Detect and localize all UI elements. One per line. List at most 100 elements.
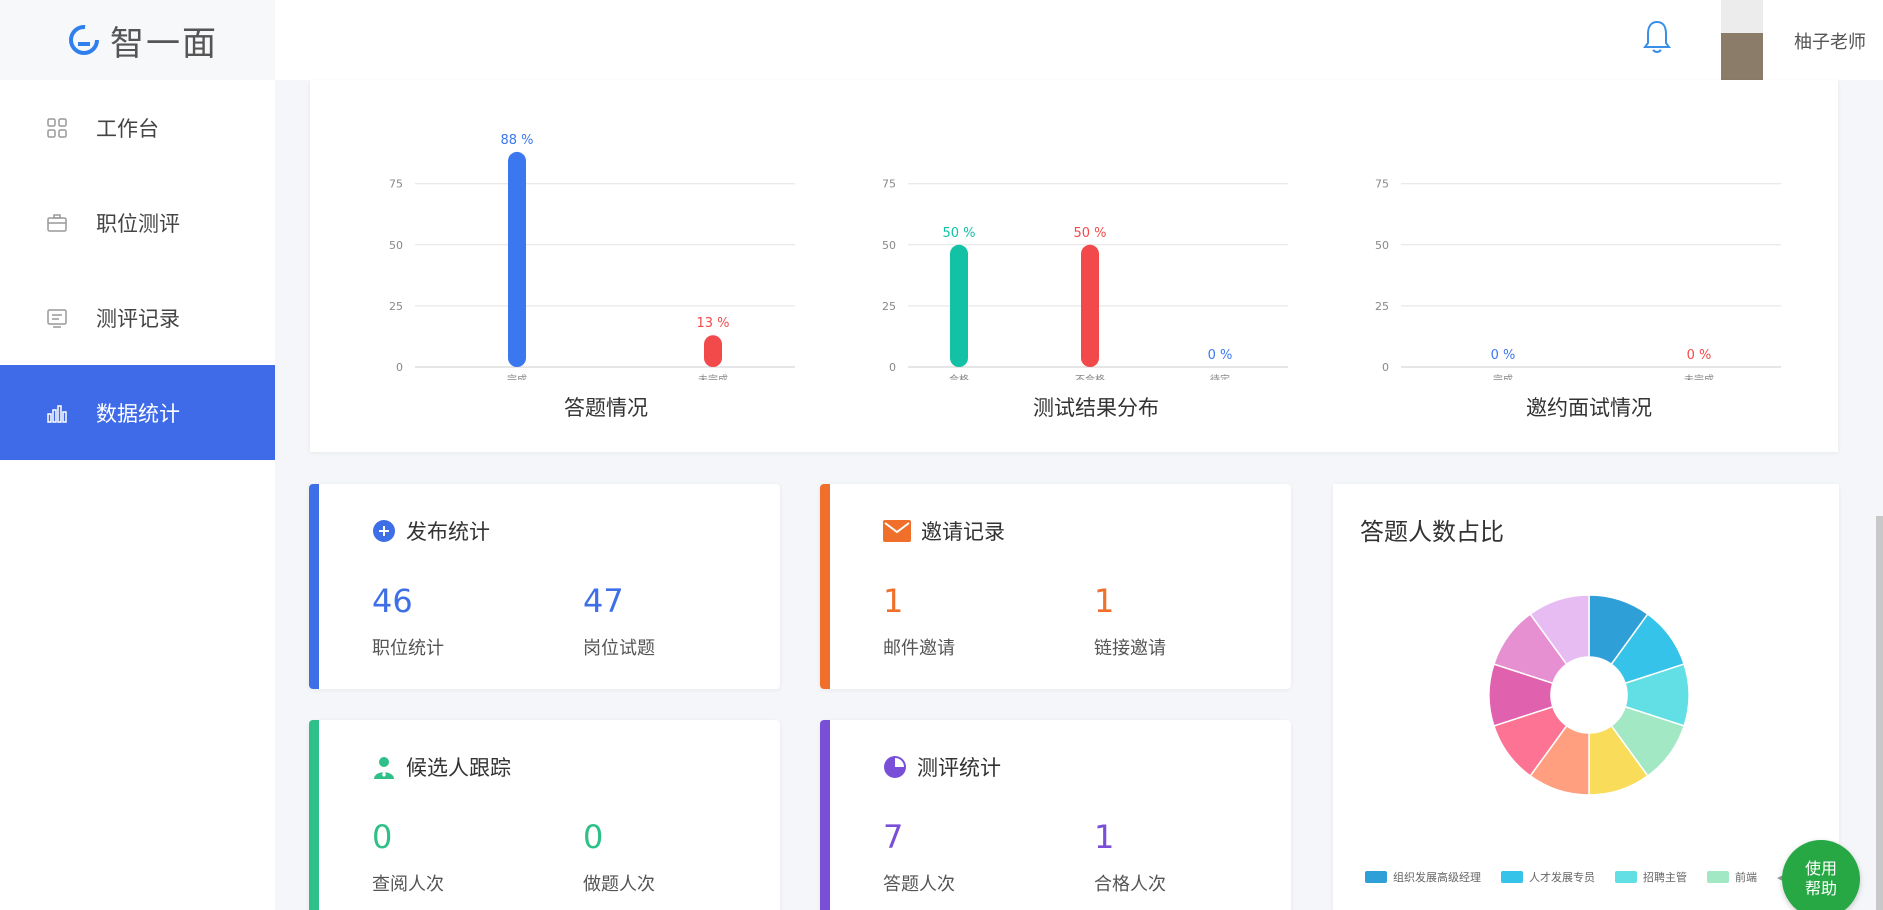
bar[interactable]	[704, 335, 722, 367]
bar[interactable]	[508, 151, 526, 367]
stat-label: 邮件邀请	[883, 638, 955, 659]
charts-card: 0 25 50 75 88 % 完成 13 % 未完成 0 25 50 75 50 % 合格 50 % 不合…	[310, 80, 1838, 452]
help-line-1: 使用	[1804, 859, 1837, 878]
card-header: 邀请记录	[883, 516, 1005, 546]
legend-swatch	[1707, 871, 1729, 883]
chart-legend: 组织发展高级经理 人才发展专员 招聘主管 前端 ◀	[1365, 869, 1785, 885]
stat-value: 1	[1094, 818, 1115, 856]
x-tick-label: 不合格	[1075, 373, 1105, 380]
legend-item[interactable]: 前端	[1707, 869, 1757, 885]
sidebar-item-label: 工作台	[96, 116, 159, 141]
y-tick-label: 0	[889, 361, 896, 374]
legend-swatch	[1501, 871, 1523, 883]
stat-value: 1	[883, 582, 904, 620]
candidate-tracking-card[interactable]: 候选人跟踪 0 查阅人次 0 做题人次	[309, 720, 780, 910]
sidebar-item-label: 数据统计	[96, 401, 180, 426]
sidebar-item-label: 测评记录	[96, 306, 180, 331]
chart-invitation-status: 0 25 50 75 0 % 完成 0 % 未完成	[1375, 178, 1781, 380]
legend-swatch	[1365, 871, 1387, 883]
data-label: 50 %	[1073, 226, 1106, 241]
x-tick-label: 合格	[949, 373, 969, 380]
x-tick-label: 完成	[1493, 373, 1513, 380]
stat-value: 0	[583, 818, 604, 856]
y-tick-label: 0	[396, 361, 403, 374]
invite-records-card[interactable]: 邀请记录 1 邮件邀请 1 链接邀请	[820, 484, 1291, 689]
bar[interactable]	[1081, 244, 1099, 367]
bell-icon[interactable]	[1641, 18, 1673, 56]
legend-item[interactable]: 招聘主管	[1615, 869, 1687, 885]
stat-label: 答题人次	[883, 874, 955, 895]
briefcase-icon	[47, 213, 67, 232]
card-header: 测评统计	[883, 752, 1001, 782]
sidebar-item-position-assessment[interactable]: 职位测评	[0, 175, 275, 270]
avatar[interactable]	[1721, 0, 1763, 82]
chart-answer-status: 0 25 50 75 88 % 完成 13 % 未完成	[389, 133, 795, 380]
sidebar-item-workbench[interactable]: 工作台	[0, 80, 275, 175]
card-header: 发布统计	[372, 516, 490, 546]
grid-icon	[47, 117, 67, 138]
stat-label: 做题人次	[583, 874, 655, 895]
stat-label: 职位统计	[372, 638, 444, 659]
chart-title: 测试结果分布	[1033, 396, 1159, 420]
x-tick-label: 待定	[1210, 373, 1230, 380]
y-tick-label: 0	[1382, 361, 1389, 374]
stat-value: 0	[372, 818, 393, 856]
chart-result-distribution: 0 25 50 75 50 % 合格 50 % 不合格 0 % 待定	[882, 178, 1288, 380]
chart-title: 邀约面试情况	[1526, 396, 1652, 420]
bar[interactable]	[950, 244, 968, 367]
data-label: 0 %	[1208, 348, 1233, 363]
card-title: 测评统计	[917, 756, 1001, 780]
legend-label: 前端	[1735, 871, 1757, 884]
y-tick-label: 50	[389, 239, 403, 252]
logo-icon	[69, 25, 99, 55]
bar-chart-icon	[47, 404, 67, 423]
sidebar-item-assessment-records[interactable]: 测评记录	[0, 270, 275, 365]
stat-label: 查阅人次	[372, 874, 444, 895]
y-tick-label: 75	[882, 178, 896, 191]
stat-label: 合格人次	[1094, 874, 1166, 895]
user-name[interactable]: 柚子老师	[1794, 28, 1866, 54]
accent-bar	[820, 484, 830, 689]
help-button[interactable]: 使用 帮助	[1782, 840, 1860, 910]
y-tick-label: 25	[1375, 300, 1389, 313]
legend-label: 组织发展高级经理	[1393, 871, 1481, 884]
chart-title: 答题情况	[564, 396, 648, 420]
card-title: 发布统计	[406, 520, 490, 544]
legend-item[interactable]: 人才发展专员	[1501, 869, 1595, 885]
stat-value: 7	[883, 818, 904, 856]
card-title: 答题人数占比	[1360, 518, 1504, 546]
stat-label: 链接邀请	[1094, 638, 1166, 659]
help-line-2: 帮助	[1804, 879, 1837, 898]
data-label: 88 %	[500, 133, 533, 148]
stat-label: 岗位试题	[583, 638, 655, 659]
sidebar: 智一面 工作台 职位测评 测评记录 数据统计	[0, 0, 275, 910]
sidebar-item-label: 职位测评	[96, 211, 180, 236]
data-label: 13 %	[696, 316, 729, 331]
x-tick-label: 未完成	[1684, 373, 1714, 380]
card-header: 候选人跟踪	[372, 752, 511, 782]
publish-stats-card[interactable]: 发布统计 46 职位统计 47 岗位试题	[309, 484, 780, 689]
y-tick-label: 25	[882, 300, 896, 313]
y-tick-label: 50	[882, 239, 896, 252]
pie-icon	[883, 755, 907, 779]
sidebar-item-data-statistics[interactable]: 数据统计	[0, 365, 275, 460]
assessment-stats-card[interactable]: 测评统计 7 答题人次 1 合格人次	[820, 720, 1291, 910]
accent-bar	[309, 484, 319, 689]
accent-bar	[820, 720, 830, 910]
answer-ratio-card: 答题人数占比 组织发展高级经理 人才发展专员 招聘主管 前端 ◀	[1333, 484, 1839, 910]
logo[interactable]: 智一面	[0, 0, 275, 80]
y-tick-label: 25	[389, 300, 403, 313]
card-title: 邀请记录	[921, 520, 1005, 544]
logo-text: 智一面	[110, 23, 218, 64]
legend-swatch	[1615, 871, 1637, 883]
accent-bar	[309, 720, 319, 910]
data-label: 0 %	[1491, 348, 1516, 363]
y-tick-label: 75	[389, 178, 403, 191]
plus-circle-icon	[372, 519, 396, 543]
x-tick-label: 未完成	[698, 373, 728, 380]
legend-item[interactable]: 组织发展高级经理	[1365, 869, 1481, 885]
scrollbar-thumb[interactable]	[1876, 516, 1883, 910]
stat-value: 47	[583, 582, 624, 620]
user-icon	[372, 755, 396, 779]
data-label: 50 %	[942, 226, 975, 241]
